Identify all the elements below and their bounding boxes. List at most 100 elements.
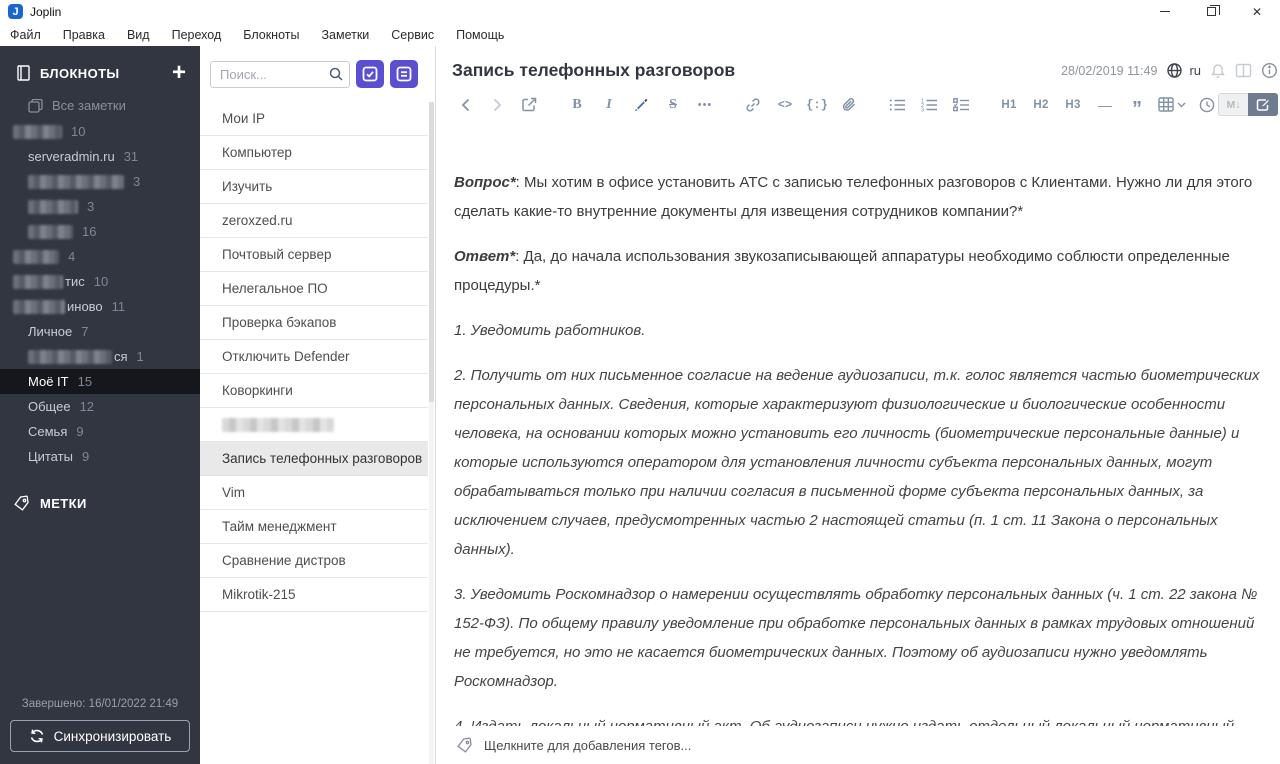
numbered-list-button[interactable]: 1 2 3 [918, 94, 940, 116]
menu-go[interactable]: Переход [172, 28, 222, 42]
blockquote-button[interactable]: ” [1126, 94, 1148, 119]
note-properties-info-icon[interactable] [1261, 62, 1278, 79]
attach-file-icon[interactable] [838, 94, 860, 116]
redacted-notebook-name [28, 224, 73, 239]
italic-button[interactable]: I [598, 94, 620, 116]
sidebar-item-my-it[interactable]: Моё IT 15 [0, 369, 200, 394]
redacted-notebook-name [28, 349, 112, 364]
back-button[interactable] [454, 94, 476, 116]
menu-notes[interactable]: Заметки [321, 28, 369, 42]
heading1-button[interactable]: H1 [998, 94, 1020, 116]
sidebar-item-serveradmin[interactable]: serveradmin.ru 31 [0, 144, 200, 169]
bold-button[interactable]: B [566, 94, 588, 116]
menu-view[interactable]: Вид [127, 28, 150, 42]
insert-table-button[interactable] [1158, 94, 1186, 116]
heading2-button[interactable]: H2 [1030, 94, 1052, 116]
note-list-item[interactable]: Vim [200, 476, 428, 510]
menu-notebooks[interactable]: Блокноты [243, 28, 299, 42]
note-list-item[interactable]: Проверка бэкапов [200, 306, 428, 340]
sidebar-item-general[interactable]: Общее 12 [0, 394, 200, 419]
sidebar-item-label: Моё IT [28, 374, 69, 389]
note-title: Коворкинги [222, 383, 293, 398]
checklist-button[interactable] [950, 94, 972, 116]
note-page-icon [396, 66, 412, 82]
new-todo-button[interactable] [356, 60, 384, 88]
menu-help[interactable]: Помощь [456, 28, 504, 42]
tag-icon [456, 737, 473, 754]
strikethrough-button[interactable]: S [662, 94, 684, 116]
layout-columns-icon[interactable] [1235, 63, 1252, 78]
note-title: zeroxzed.ru [222, 213, 293, 228]
sync-button-label: Синхронизировать [53, 728, 172, 744]
sidebar-item-redacted[interactable]: 4 [0, 244, 200, 269]
note-list-item[interactable]: zeroxzed.ru [200, 204, 428, 238]
sidebar-item-redacted[interactable]: 3 [0, 194, 200, 219]
forward-button[interactable] [486, 94, 508, 116]
more-formats-button[interactable]: ••• [694, 94, 716, 116]
note-list-item[interactable]: Mikrotik-215 [200, 578, 428, 612]
sidebar-item-quotes[interactable]: Цитаты 9 [0, 444, 200, 469]
paragraph-text: : Да, до начала использования звукозапис… [454, 248, 1230, 294]
sidebar-item-redacted[interactable]: 3 [0, 169, 200, 194]
note-title: Проверка бэкапов [222, 315, 337, 330]
redacted-notebook-name [28, 174, 124, 189]
alarm-bell-icon[interactable] [1210, 63, 1226, 79]
sidebar-item-redacted[interactable]: иново 11 [0, 294, 200, 319]
tags-section-header[interactable]: МЕТКИ [0, 469, 200, 512]
synchronize-button[interactable]: Синхронизировать [10, 720, 190, 752]
add-notebook-button[interactable]: + [172, 61, 186, 85]
menu-tools[interactable]: Сервис [391, 28, 434, 42]
note-list-item[interactable]: Почтовый сервер [200, 238, 428, 272]
code-block-button[interactable]: {:} [806, 94, 828, 116]
sidebar-item-redacted[interactable]: 10 [0, 119, 200, 144]
svg-text:3: 3 [921, 107, 924, 111]
paragraph: 3. Уведомить Роскомнадзор о намерении ос… [454, 586, 1258, 690]
insert-datetime-button[interactable] [1196, 94, 1218, 116]
minimize-button[interactable] [1142, 0, 1188, 23]
spellcheck-globe-icon[interactable] [1166, 62, 1183, 79]
bulleted-list-button[interactable] [886, 94, 908, 116]
sidebar-item-personal[interactable]: Личное 7 [0, 319, 200, 344]
note-title: Нелегальное ПО [222, 281, 328, 296]
note-list-item[interactable]: Нелегальное ПО [200, 272, 428, 306]
restore-button[interactable] [1188, 0, 1234, 23]
toggle-external-editing-icon[interactable] [518, 94, 540, 116]
highlight-pen-icon[interactable] [630, 94, 652, 116]
redacted-notebook-name [13, 274, 63, 289]
note-list-item[interactable]: Компьютер [200, 136, 428, 170]
spellcheck-language[interactable]: ru [1189, 63, 1201, 78]
note-list-item[interactable]: Изучить [200, 170, 428, 204]
sidebar-item-family[interactable]: Семья 9 [0, 419, 200, 444]
note-body-editor[interactable]: Вопрос*: Мы хотим в офисе установить АТС… [436, 162, 1280, 726]
horizontal-rule-button[interactable]: — [1094, 94, 1116, 116]
heading3-button[interactable]: H3 [1062, 94, 1084, 116]
close-button[interactable]: ✕ [1234, 0, 1280, 23]
editor-toolbar: B I S ••• <> {:} 1 2 3 H1 H2 H3 — ” M↓ [436, 87, 1280, 124]
hyperlink-button[interactable] [742, 94, 764, 116]
menu-edit[interactable]: Правка [63, 28, 105, 42]
note-list-item[interactable]: Коворкинги [200, 374, 428, 408]
question-label: Вопрос* [454, 174, 516, 191]
new-note-button[interactable] [390, 60, 418, 88]
note-title-heading[interactable]: Запись телефонных разговоров [452, 60, 735, 81]
note-list-scrollbar[interactable] [429, 102, 434, 764]
sidebar: БЛОКНОТЫ + Все заметки 10 serveradmin.ru… [0, 46, 200, 764]
menu-file[interactable]: Файл [10, 28, 41, 42]
sidebar-item-label: Все заметки [52, 98, 126, 113]
sidebar-item-all-notes[interactable]: Все заметки [0, 92, 200, 119]
add-tags-bar[interactable]: Щелкните для добавления тегов... [436, 726, 1280, 764]
paragraph: 2. Получить от них письменное согласие н… [454, 367, 1260, 558]
note-list-item[interactable]: Мои IP [200, 102, 428, 136]
note-list-item[interactable]: Тайм менеджмент [200, 510, 428, 544]
note-list-item[interactable]: Отключить Defender [200, 340, 428, 374]
inline-code-button[interactable]: <> [774, 94, 796, 116]
editor-mode-toggle: M↓ [1218, 93, 1278, 116]
note-list-item[interactable]: Сравнение дистров [200, 544, 428, 578]
sidebar-item-redacted[interactable]: ся 1 [0, 344, 200, 369]
sidebar-item-redacted[interactable]: 16 [0, 219, 200, 244]
markdown-editor-toggle[interactable]: M↓ [1218, 93, 1248, 116]
note-list-item-selected[interactable]: Запись телефонных разговоров [200, 442, 428, 476]
note-list-item-redacted[interactable] [200, 408, 428, 442]
richtext-editor-toggle[interactable] [1248, 93, 1278, 116]
sidebar-item-redacted[interactable]: тис 10 [0, 269, 200, 294]
